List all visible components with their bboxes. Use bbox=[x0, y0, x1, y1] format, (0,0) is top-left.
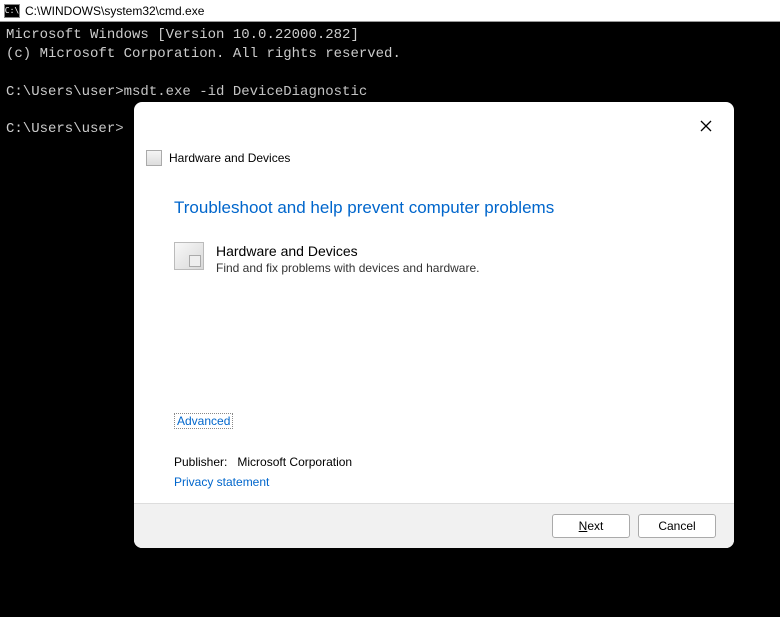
dialog-body: Troubleshoot and help prevent computer p… bbox=[134, 176, 734, 412]
privacy-statement-link[interactable]: Privacy statement bbox=[174, 475, 269, 489]
hardware-small-icon bbox=[146, 150, 162, 166]
close-icon bbox=[700, 120, 712, 132]
next-button[interactable]: Next bbox=[552, 514, 630, 538]
hardware-devices-icon bbox=[174, 242, 204, 270]
item-title: Hardware and Devices bbox=[216, 242, 479, 260]
dialog-header-title: Hardware and Devices bbox=[169, 151, 290, 165]
publisher-value: Microsoft Corporation bbox=[237, 455, 352, 469]
dialog-lower: Advanced Publisher: Microsoft Corporatio… bbox=[134, 412, 734, 503]
cancel-button[interactable]: Cancel bbox=[638, 514, 716, 538]
console-line: Microsoft Windows [Version 10.0.22000.28… bbox=[6, 27, 359, 43]
cmd-titlebar: C:\ C:\WINDOWS\system32\cmd.exe bbox=[0, 0, 780, 22]
close-button[interactable] bbox=[696, 116, 716, 136]
publisher-label: Publisher: bbox=[174, 455, 227, 469]
cmd-icon: C:\ bbox=[4, 4, 20, 18]
troubleshoot-item: Hardware and Devices Find and fix proble… bbox=[174, 242, 694, 277]
dialog-footer: Next Cancel bbox=[134, 503, 734, 548]
advanced-link[interactable]: Advanced bbox=[174, 413, 233, 429]
item-description: Find and fix problems with devices and h… bbox=[216, 260, 479, 277]
console-line: (c) Microsoft Corporation. All rights re… bbox=[6, 46, 401, 62]
publisher-row: Publisher: Microsoft Corporation bbox=[174, 455, 694, 469]
console-prompt: C:\Users\user>msdt.exe -id DeviceDiagnos… bbox=[6, 84, 367, 100]
main-heading: Troubleshoot and help prevent computer p… bbox=[174, 198, 694, 218]
troubleshooter-dialog: Hardware and Devices Troubleshoot and he… bbox=[134, 102, 734, 548]
dialog-header: Hardware and Devices bbox=[134, 102, 734, 176]
console-prompt[interactable]: C:\Users\user> bbox=[6, 121, 124, 137]
cmd-titlebar-text: C:\WINDOWS\system32\cmd.exe bbox=[25, 4, 204, 18]
